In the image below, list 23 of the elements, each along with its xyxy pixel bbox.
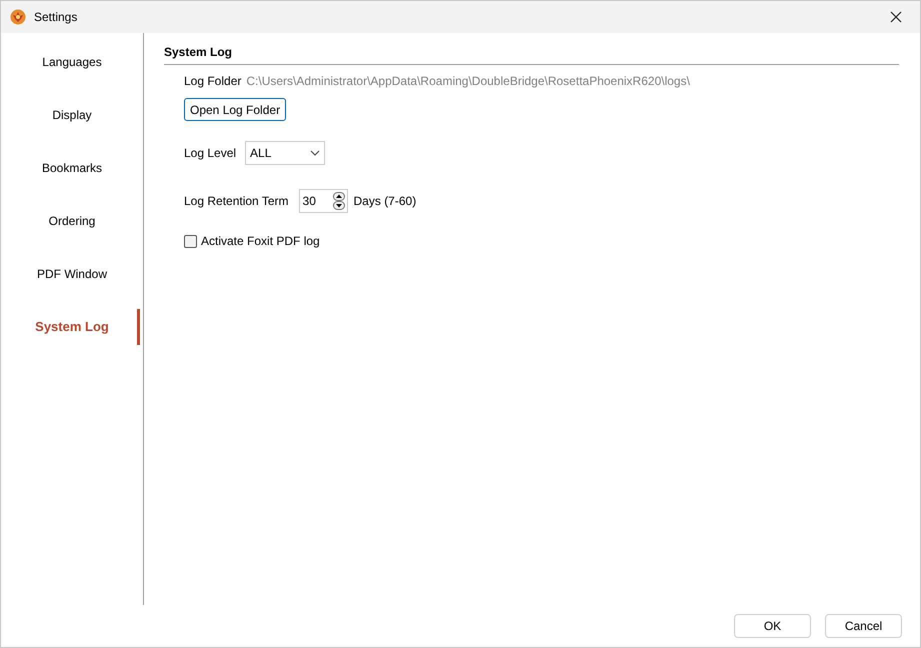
open-log-folder-button[interactable]: Open Log Folder xyxy=(184,98,286,121)
app-logo-icon xyxy=(10,9,26,25)
log-level-dropdown[interactable]: ALL xyxy=(245,141,326,165)
spin-arrows-icon xyxy=(332,192,345,210)
chevron-down-icon xyxy=(310,150,320,156)
close-icon xyxy=(890,11,902,23)
retention-unit: Days (7-60) xyxy=(354,193,416,210)
foxit-log-checkbox[interactable]: Activate Foxit PDF log xyxy=(184,232,320,250)
cancel-button[interactable]: Cancel xyxy=(825,614,902,638)
sidebar-item[interactable]: System Log xyxy=(1,309,143,345)
ok-button[interactable]: OK xyxy=(734,614,811,638)
retention-spinbox[interactable]: 30 xyxy=(298,189,348,213)
log-folder-label: Log Folder xyxy=(184,73,242,90)
log-level-label: Log Level xyxy=(184,145,236,162)
sidebar-item[interactable]: Languages xyxy=(1,44,143,80)
section-title: System Log xyxy=(164,43,899,65)
window-title: Settings xyxy=(34,9,78,26)
sidebar-item[interactable]: Bookmarks xyxy=(1,150,143,186)
log-folder-path: C:\Users\Administrator\AppData\Roaming\DoubleBridge\RosettaPhoenixR620\logs\ xyxy=(246,73,690,90)
sidebar-item[interactable]: Ordering xyxy=(1,203,143,239)
sidebar-item[interactable]: PDF Window xyxy=(1,256,143,292)
retention-label: Log Retention Term xyxy=(184,193,289,210)
sidebar-item[interactable]: Display xyxy=(1,97,143,133)
